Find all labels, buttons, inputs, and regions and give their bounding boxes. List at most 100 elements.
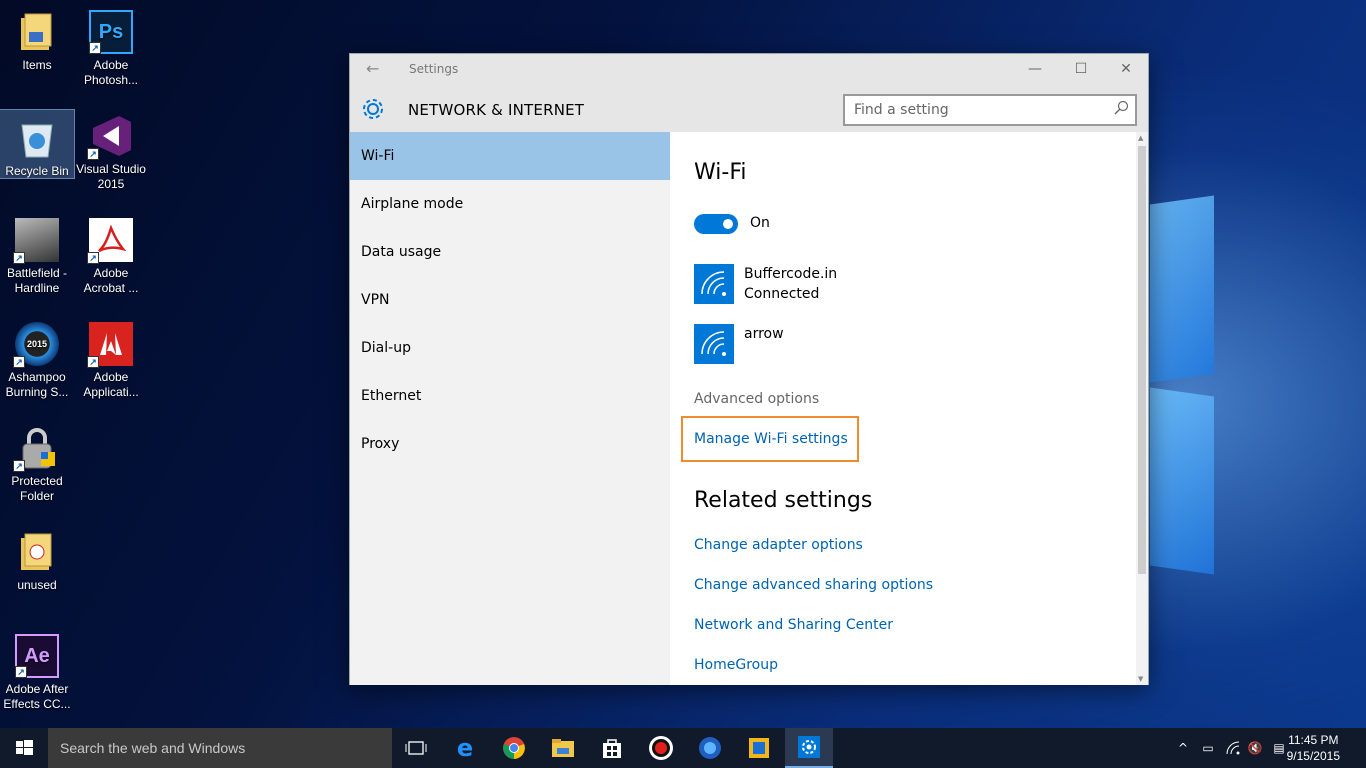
firefox-button[interactable] <box>686 728 734 768</box>
wallpaper-logo-pane <box>1150 195 1214 383</box>
back-arrow-icon[interactable]: ← <box>366 59 379 78</box>
window-title: Settings <box>409 62 459 76</box>
power-tray-button[interactable]: ▭ <box>1196 728 1220 768</box>
settings-header: NETWORK & INTERNET Find a setting <box>350 84 1148 132</box>
minimize-button[interactable]: — <box>1020 58 1050 80</box>
manage-wifi-settings-link[interactable]: Manage Wi-Fi settings <box>694 431 848 447</box>
wifi-signal-icon[interactable] <box>694 324 734 364</box>
chrome-icon <box>503 737 525 759</box>
store-button[interactable] <box>588 728 636 768</box>
desktop-icon-label: Protected Folder <box>11 474 63 503</box>
mute-speaker-icon: 🔇 <box>1247 741 1263 755</box>
sidebar-item-data-usage[interactable]: Data usage <box>350 228 670 276</box>
close-button[interactable]: ✕ <box>1111 58 1141 80</box>
settings-taskbar-button[interactable] <box>785 728 833 768</box>
toggle-knob <box>723 219 733 229</box>
clock-time: 11:45 PM <box>1288 733 1339 747</box>
notifications-icon: ▤ <box>1273 741 1285 755</box>
content-scrollbar[interactable]: ▲ ▼ <box>1136 132 1148 685</box>
ashampoo-icon: 2015 ↗ <box>13 322 59 368</box>
change-advanced-sharing-options-link[interactable]: Change advanced sharing options <box>694 577 933 593</box>
wifi-toggle-label: On <box>750 215 770 231</box>
shortcut-arrow-icon: ↗ <box>87 148 99 160</box>
folder-icon <box>552 739 574 757</box>
wifi-content-pane: Wi-Fi On Buffercode.in Connected arrow A… <box>670 132 1137 685</box>
visual-studio-icon: ↗ <box>87 114 133 160</box>
network-name[interactable]: Buffercode.in <box>744 266 837 282</box>
desktop-icon-label: Items <box>22 58 52 72</box>
lock-icon: ↗ <box>13 426 59 472</box>
start-button[interactable] <box>0 728 48 768</box>
shortcut-arrow-icon: ↗ <box>89 42 101 54</box>
scroll-down-icon[interactable]: ▼ <box>1138 675 1143 683</box>
clock[interactable]: 11:45 PM 9/15/2015 <box>1287 732 1340 764</box>
sidebar-item-airplane-mode[interactable]: Airplane mode <box>350 180 670 228</box>
desktop-icon-acrobat[interactable]: ↗ Adobe Acrobat ... <box>74 212 148 296</box>
network-tray-button[interactable] <box>1222 728 1244 768</box>
taskbar-search-box[interactable]: Search the web and Windows <box>48 728 392 768</box>
firefox-icon <box>699 737 721 759</box>
sidebar-item-vpn[interactable]: VPN <box>350 276 670 324</box>
desktop-icon-label: Battlefield - Hardline <box>6 266 68 295</box>
sidebar-item-dial-up[interactable]: Dial-up <box>350 324 670 372</box>
maximize-button[interactable]: ☐ <box>1066 58 1096 80</box>
desktop-icon-adobe-application-manager[interactable]: ↗ Adobe Applicati... <box>74 316 148 400</box>
volume-tray-button[interactable]: 🔇 <box>1244 728 1266 768</box>
edge-icon: e <box>456 734 474 762</box>
gear-icon <box>363 99 383 119</box>
section-title: NETWORK & INTERNET <box>408 101 585 119</box>
wallpaper-logo-pane <box>1150 387 1214 575</box>
record-icon <box>649 736 673 760</box>
taskbar: Search the web and Windows e ^ ▭ 🔇 ▤ 11:… <box>0 728 1366 768</box>
photoshop-icon: Ps ↗ <box>89 10 133 54</box>
desktop-icon-recycle-bin[interactable]: Recycle Bin <box>0 109 75 179</box>
sidebar-item-wifi[interactable]: Wi-Fi <box>350 132 670 180</box>
advanced-options-label: Advanced options <box>694 391 820 407</box>
desktop-icon-after-effects[interactable]: Ae ↗ Adobe After Effects CC... <box>0 628 74 712</box>
desktop-icon-label: Ashampoo Burning S... <box>5 370 69 399</box>
desktop-icon-label: Visual Studio 2015 <box>76 162 146 191</box>
desktop-icon-battlefield[interactable]: ↗ Battlefield - Hardline <box>0 212 74 296</box>
page-title: Wi-Fi <box>694 160 747 185</box>
edge-button[interactable]: e <box>441 728 489 768</box>
sidebar-item-proxy[interactable]: Proxy <box>350 420 670 468</box>
shortcut-arrow-icon: ↗ <box>87 356 99 368</box>
desktop-icon-label: Adobe Photosh... <box>83 58 139 87</box>
change-adapter-options-link[interactable]: Change adapter options <box>694 537 863 553</box>
find-setting-search-input[interactable]: Find a setting <box>843 94 1137 126</box>
app-button[interactable] <box>735 728 783 768</box>
desktop-icon-visual-studio[interactable]: ↗ Visual Studio 2015 <box>74 108 148 192</box>
adobe-app-manager-icon: ↗ <box>87 322 133 368</box>
task-view-button[interactable] <box>392 728 440 768</box>
taskbar-search-placeholder: Search the web and Windows <box>60 740 246 756</box>
desktop-icon-ashampoo[interactable]: 2015 ↗ Ashampoo Burning S... <box>0 316 74 400</box>
task-view-icon <box>405 741 427 755</box>
desktop-icon-items[interactable]: Items <box>0 4 74 73</box>
show-hidden-icons-button[interactable]: ^ <box>1173 728 1193 768</box>
battlefield-icon: ↗ <box>13 218 59 264</box>
scrollbar-thumb[interactable] <box>1138 146 1146 574</box>
chrome-button[interactable] <box>490 728 538 768</box>
recycle-bin-icon <box>15 116 59 160</box>
folder-icon <box>15 530 59 574</box>
recorder-button[interactable] <box>637 728 685 768</box>
battery-icon: ▭ <box>1202 741 1214 755</box>
desktop-icon-label: Adobe After Effects CC... <box>3 682 71 711</box>
folder-icon <box>15 10 59 54</box>
sidebar-item-ethernet[interactable]: Ethernet <box>350 372 670 420</box>
shortcut-arrow-icon: ↗ <box>87 252 99 264</box>
desktop-icon-photoshop[interactable]: Ps ↗ Adobe Photosh... <box>74 4 148 88</box>
network-sharing-center-link[interactable]: Network and Sharing Center <box>694 617 893 633</box>
desktop-icon-label: Adobe Applicati... <box>83 370 139 399</box>
wifi-toggle[interactable] <box>694 214 738 234</box>
scroll-up-icon[interactable]: ▲ <box>1138 134 1143 142</box>
wifi-signal-icon[interactable] <box>694 264 734 304</box>
network-name[interactable]: arrow <box>744 326 784 342</box>
homegroup-link[interactable]: HomeGroup <box>694 657 778 673</box>
file-explorer-button[interactable] <box>539 728 587 768</box>
desktop-icon-unused[interactable]: unused <box>0 524 74 593</box>
shortcut-arrow-icon: ↗ <box>13 356 25 368</box>
search-placeholder: Find a setting <box>854 102 949 118</box>
desktop-icon-protected-folder[interactable]: ↗ Protected Folder <box>0 420 74 504</box>
search-icon[interactable] <box>1113 100 1129 116</box>
